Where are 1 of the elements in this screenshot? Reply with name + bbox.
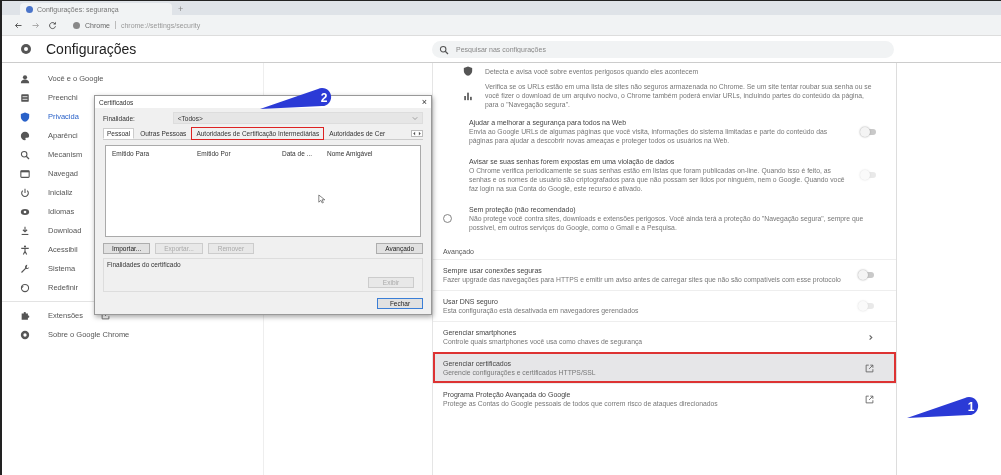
page-title: Configurações: [46, 41, 137, 57]
